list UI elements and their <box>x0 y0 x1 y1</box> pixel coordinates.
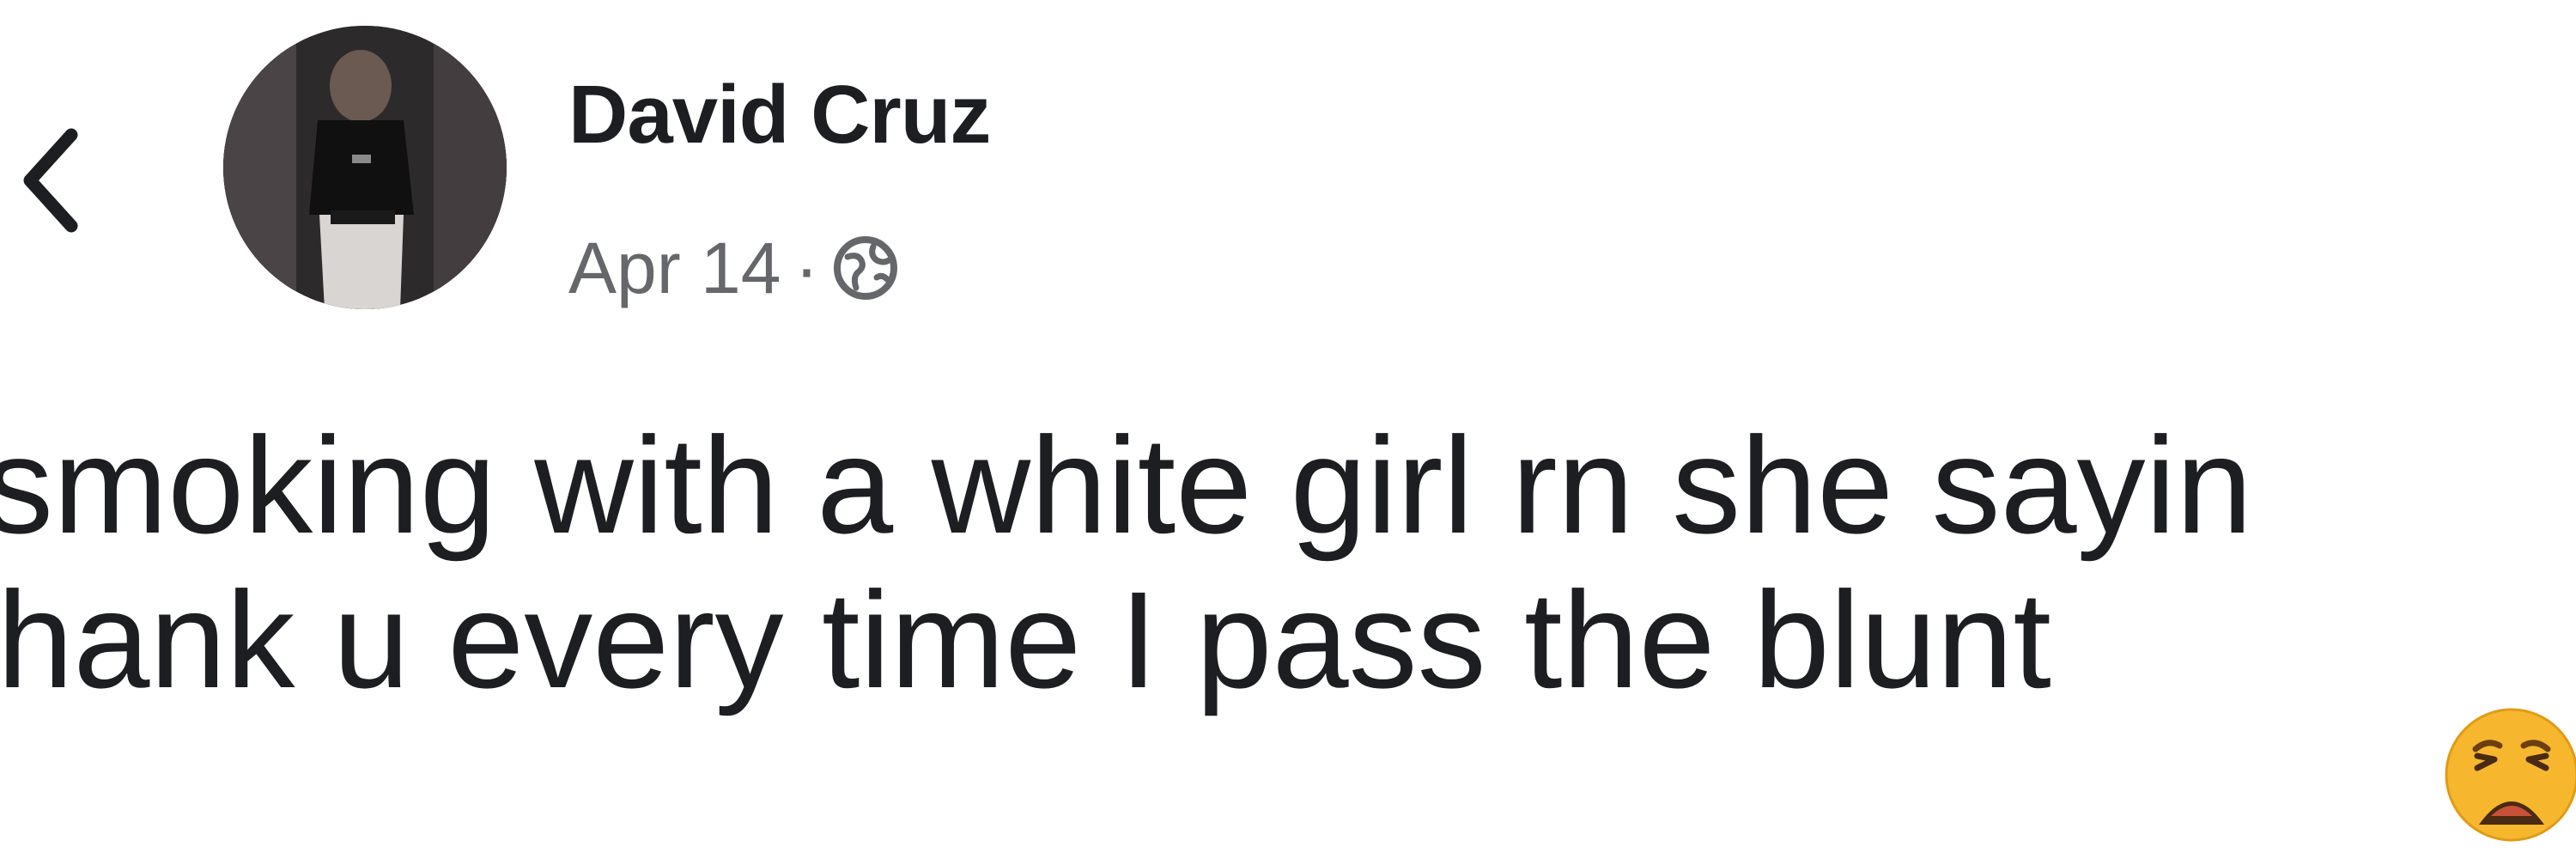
globe-icon[interactable] <box>832 235 899 302</box>
avatar[interactable] <box>223 26 507 309</box>
author-name[interactable]: David Cruz <box>568 74 991 156</box>
post-text-line: thank u every time I pass the blunt <box>0 563 2051 716</box>
post-date[interactable]: Apr 14 <box>568 232 781 304</box>
back-button[interactable] <box>3 107 98 253</box>
post-meta: Apr 14 · <box>568 225 899 311</box>
post-text: smoking with a white girl rn she sayin t… <box>0 408 2576 717</box>
chevron-left-icon <box>23 128 78 233</box>
avatar-photo <box>223 26 507 309</box>
meta-separator: · <box>794 228 819 308</box>
post-text-line: smoking with a white girl rn she sayin <box>0 408 2253 562</box>
weary-face-emoji-icon <box>2443 706 2576 848</box>
